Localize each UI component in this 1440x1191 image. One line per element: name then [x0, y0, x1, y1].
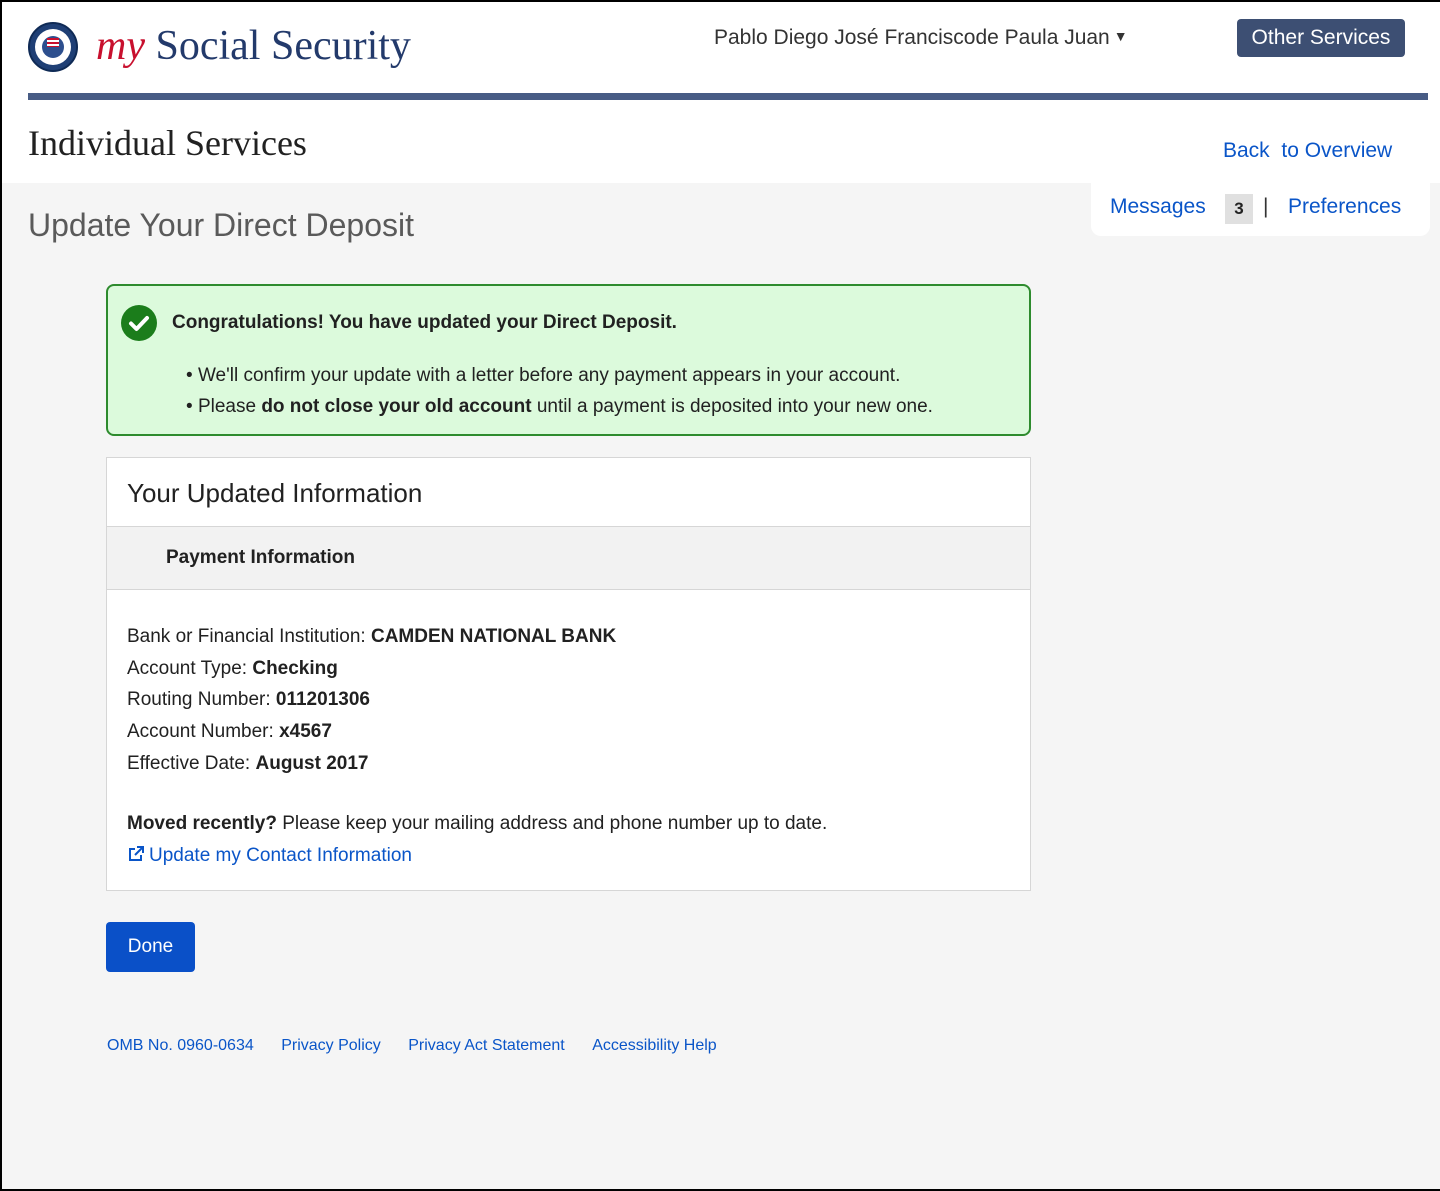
section-title: Individual Services [28, 123, 307, 163]
field-label: Account Type: [127, 657, 253, 679]
messages-link[interactable]: Messages [1110, 195, 1206, 219]
card-title: Your Updated Information [127, 478, 423, 508]
field-label: Account Number: [127, 721, 280, 743]
info-row-account-number: Account Number: x4567 [127, 716, 616, 748]
field-label: Bank or Financial Institution: [127, 626, 371, 647]
card-subheader: Payment Information [107, 526, 1030, 590]
check-circle-icon [121, 305, 157, 341]
alert-item-old-account: Please do not close your old account unt… [186, 391, 933, 422]
user-name: Pablo Diego José Franciscode Paula Juan [714, 26, 1110, 49]
footer-accessibility-link[interactable]: Accessibility Help [592, 1037, 716, 1054]
page-title: Update Your Direct Deposit [28, 207, 414, 243]
field-value: CAMDEN NATIONAL BANK [370, 626, 617, 647]
field-label: Routing Number: [127, 689, 276, 711]
alert-item-letter: We'll confirm your update with a letter … [186, 360, 933, 391]
brand-name: Social Security [144, 23, 411, 69]
info-row-routing: Routing Number: 011201306 [127, 684, 616, 716]
moved-text: Please keep your mailing address and pho… [276, 813, 828, 834]
alert-heading: Congratulations! You have updated your D… [172, 312, 677, 333]
alert-item2-suffix: until a payment is deposited into your n… [531, 396, 933, 417]
ssa-seal-logo-icon[interactable] [28, 22, 78, 72]
caret-down-icon: ▼ [1113, 28, 1128, 44]
messages-count-badge[interactable]: 3 [1225, 194, 1253, 224]
field-value: August 2017 [255, 752, 369, 774]
alert-item2-bold: do not close your old account [261, 396, 532, 417]
header-rule [28, 93, 1428, 100]
payment-info-list: Bank or Financial Institution: CAMDEN NA… [127, 621, 616, 780]
field-value: x4567 [279, 721, 332, 743]
field-value: Checking [252, 657, 338, 679]
payment-information-label: Payment Information [166, 547, 355, 568]
footer-privacy-act-link[interactable]: Privacy Act Statement [408, 1037, 565, 1054]
field-label: Effective Date: [127, 752, 256, 774]
contact-link-label: Update my Contact Information [149, 845, 412, 866]
info-row-effective-date: Effective Date: August 2017 [127, 748, 616, 780]
utility-separator: | [1263, 195, 1269, 218]
seal-flag [47, 38, 59, 47]
update-contact-info-link[interactable]: Update my Contact Information [127, 845, 412, 867]
alert-item2-prefix: Please [197, 396, 262, 417]
other-services-button[interactable]: Other Services [1237, 19, 1405, 57]
footer-privacy-policy-link[interactable]: Privacy Policy [281, 1037, 381, 1054]
info-row-account-type: Account Type: Checking [127, 653, 616, 685]
moved-recently-text: Moved recently? Please keep your mailing… [127, 813, 827, 835]
field-value: 011201306 [275, 689, 370, 711]
external-link-icon [129, 846, 144, 861]
footer-links: OMB No. 0960-0634 Privacy Policy Privacy… [107, 1037, 740, 1055]
brand-title[interactable]: my Social Security [96, 22, 411, 70]
preferences-link[interactable]: Preferences [1288, 195, 1401, 219]
user-menu[interactable]: Pablo Diego José Franciscode Paula Juan ▼ [714, 26, 1128, 50]
updated-info-card: Your Updated Information Payment Informa… [106, 457, 1031, 891]
success-alert: Congratulations! You have updated your D… [106, 284, 1031, 436]
moved-bold: Moved recently? [127, 813, 277, 834]
brand-my: my [96, 23, 145, 69]
done-button[interactable]: Done [106, 922, 195, 972]
alert-list: We'll confirm your update with a letter … [186, 360, 933, 422]
footer-omb-link[interactable]: OMB No. 0960-0634 [107, 1037, 254, 1054]
back-to-overview-link[interactable]: Back to Overview [1223, 139, 1392, 163]
info-row-bank: Bank or Financial Institution: CAMDEN NA… [127, 621, 616, 653]
